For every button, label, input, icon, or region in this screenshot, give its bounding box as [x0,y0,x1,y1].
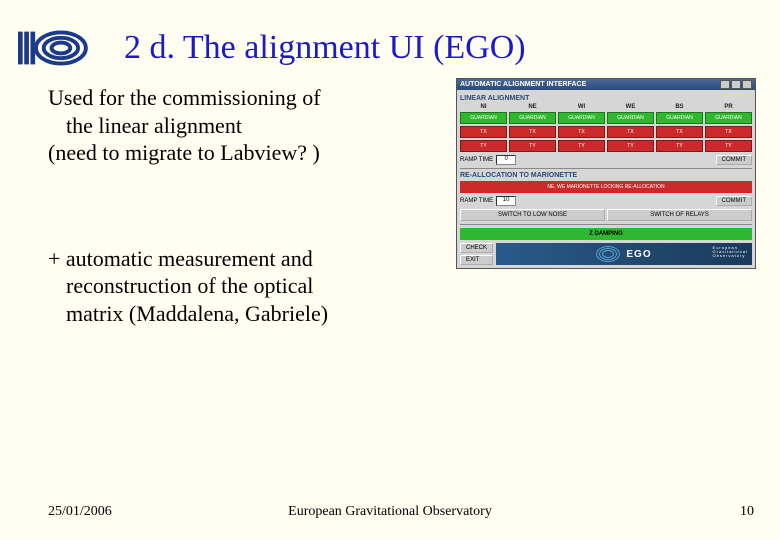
tx-button: TX [656,126,703,138]
footer-org: European Gravitational Observatory [288,504,492,520]
slide-title: 2 d. The alignment UI (EGO) [124,29,526,67]
ty-button: TY [509,140,556,152]
guardian-button: GUARDIAN [656,112,703,124]
commit-button: COMMIT [716,196,752,206]
col-bs: BS [656,104,703,110]
footer-date: 25/01/2006 [48,504,112,520]
tx-button: TX [607,126,654,138]
col-ne: NE [509,104,556,110]
check-button: CHECK [460,243,493,253]
ty-button: TY [705,140,752,152]
switch-relays-button: SWITCH OF RELAYS [607,209,752,221]
z-damping-bar: Z DAMPING [460,228,752,240]
marionette-locking-bar: NE, WE MARIONETTE LOCKING RE-ALLOCATION [460,181,752,193]
tx-button: TX [460,126,507,138]
tx-button: TX [705,126,752,138]
section-reallocation: RE-ALLOCATION TO MARIONETTE [460,172,752,179]
ty-button: TY [656,140,703,152]
close-icon [742,80,752,89]
ty-button: TY [607,140,654,152]
guardian-button: GUARDIAN [705,112,752,124]
window-titlebar: AUTOMATIC ALIGNMENT INTERFACE [457,79,755,90]
col-pr: PR [705,104,752,110]
ty-button: TY [460,140,507,152]
switch-low-noise-button: SWITCH TO LOW NOISE [460,209,605,221]
guardian-button: GUARDIAN [509,112,556,124]
maximize-icon [731,80,741,89]
commit-button: COMMIT [716,155,752,165]
tx-button: TX [558,126,605,138]
footer-page-number: 10 [740,504,754,520]
bullet-automatic-measurement: + automatic measurement and reconstructi… [48,245,448,328]
ramp-time-label: RAMP TIME [460,157,493,163]
tx-button: TX [509,126,556,138]
guardian-button: GUARDIAN [558,112,605,124]
section-linear-alignment: LINEAR ALIGNMENT [460,95,752,102]
guardian-button: GUARDIAN [607,112,654,124]
ramp-time-label: RAMP TIME [460,198,493,204]
col-we: WE [607,104,654,110]
alignment-ui-screenshot: AUTOMATIC ALIGNMENT INTERFACE LINEAR ALI… [456,78,756,327]
col-ni: NI [460,104,507,110]
ramp-time-input: 10 [496,196,516,206]
ramp-time-input: 0 [496,155,516,165]
exit-button: EXIT [460,255,493,265]
ty-button: TY [558,140,605,152]
bullet-commissioning: Used for the commissioning of the linear… [48,84,448,167]
minimize-icon [720,80,730,89]
col-wi: WI [558,104,605,110]
ego-logo: EGO European Gravitational Observatory [496,243,752,265]
guardian-button: GUARDIAN [460,112,507,124]
spiral-logo [18,28,96,68]
